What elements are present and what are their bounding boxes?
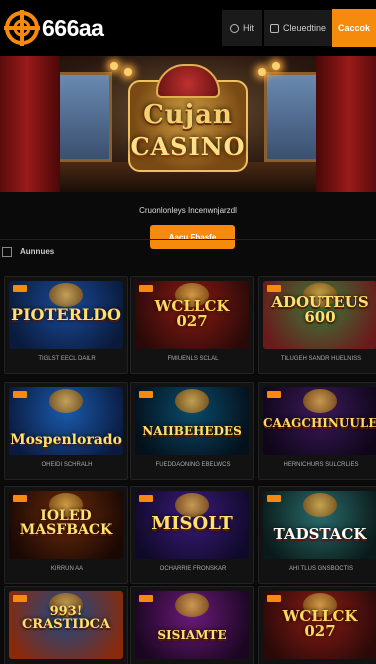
game-thumbnail-title: Mospenlorado [10,432,122,448]
join-button[interactable]: Caccok [332,9,376,47]
register-icon [269,23,279,33]
game-badge [139,391,153,398]
game-thumbnail[interactable]: WCLLCK 027 [263,591,376,659]
logo-target-icon [4,10,40,46]
game-thumbnail[interactable]: NAIIBEHEDES [135,387,249,455]
game-card[interactable]: TADSTACK Ahi Tlus Gnsboctis [258,486,376,584]
game-emblem-icon [49,389,83,413]
top-header: 666aa Hit Cleuedtine Caccok [0,0,376,56]
hero-curtain-right [316,56,376,192]
hero-title-line2: CASINO [130,132,246,161]
register-label: Cleuedtine [282,23,327,33]
game-emblem-icon [175,389,209,413]
game-thumbnail[interactable]: SISIAMTE [135,591,249,659]
game-badge [13,495,27,502]
site-logo[interactable]: 666aa [0,0,220,56]
user-icon [230,23,239,33]
game-badge [139,495,153,502]
game-name: Oheidi Schralh [41,462,93,468]
game-card[interactable]: NAIIBEHEDES Fueddaoning Ebelwcs [130,382,254,480]
hero-window-right [264,72,324,162]
game-name: Ahi Tlus Gnsboctis [289,566,353,572]
game-name: Fmiuenls Sclal [167,356,219,362]
register-button[interactable]: Cleuedtine [264,10,332,46]
game-name: Ocharrie Fronskar [159,566,227,572]
game-thumbnail-title: NAIIBEHEDES [142,424,242,438]
brand-name: 666aa [42,14,104,41]
game-badge [13,285,27,292]
game-emblem-icon [303,389,337,413]
game-card[interactable]: IOLED MASFBACK Kirrun Aa [4,486,128,584]
game-thumbnail[interactable]: Mospenlorado [9,387,123,455]
game-emblem-icon [49,283,83,307]
game-name: Tilugeh Sandr Huelniss [280,356,362,362]
game-thumbnail[interactable]: CAAGCHINUULE [263,387,376,455]
lamp-icon [110,62,118,70]
game-badge [139,595,153,602]
game-name: Tiglst Eecl Dailr [38,356,96,362]
lamp-icon [272,62,280,70]
hero-curtain-left [0,56,60,192]
game-badge [267,495,281,502]
game-card[interactable]: MISOLT Ocharrie Fronskar [130,486,254,584]
game-thumbnail[interactable]: 993! CRASTIDCA [9,591,123,659]
game-thumbnail[interactable]: ADOUTEUS 600 [263,281,376,349]
game-thumbnail[interactable]: WCLLCK 027 [135,281,249,349]
game-card[interactable]: WCLLCK 027Cuiis Hlsulnenmni [258,586,376,664]
lamp-icon [124,68,132,76]
game-card[interactable]: SISIAMTEOenhurnicsd Mlon [130,586,254,664]
game-card[interactable]: CAAGCHINUULE Hernichurs Sulcrlies [258,382,376,480]
section-header: Aunnues [0,239,376,263]
game-thumbnail-title: WCLLCK 027 [282,607,358,640]
game-card[interactable]: 993! CRASTIDCAOoarrnuntahh Illrsneas [4,586,128,664]
game-thumbnail[interactable]: IOLED MASFBACK [9,491,123,559]
game-emblem-icon [175,593,209,617]
game-thumbnail[interactable]: PIOTERLDO [9,281,123,349]
game-thumbnail-title: PIOTERLDO [11,305,121,324]
game-badge [13,595,27,602]
game-name: Hernichurs Sulcrlies [283,462,359,468]
game-thumbnail-title: WCLLCK 027 [154,297,230,330]
hero-banner[interactable]: Cujan CASINO [0,56,376,192]
game-badge [267,595,281,602]
grid-icon [2,246,12,257]
game-badge [267,285,281,292]
game-badge [267,391,281,398]
game-thumbnail-title: MISOLT [151,513,233,534]
join-label: Caccok [337,23,371,33]
game-thumbnail[interactable]: TADSTACK [263,491,376,559]
game-thumbnail-title: TADSTACK [273,525,367,543]
hero-window-left [52,72,112,162]
game-badge [139,285,153,292]
login-label: Hit [243,23,254,33]
lamp-icon [258,68,266,76]
hero-title-line1: Cujan [143,100,233,130]
game-card[interactable]: PIOTERLDO Tiglst Eecl Dailr [4,276,128,374]
game-card[interactable]: Mospenlorado Oheidi Schralh [4,382,128,480]
game-thumbnail-title: CAAGCHINUULE [263,416,376,430]
game-name: Kirrun Aa [50,566,84,572]
game-emblem-icon [303,493,337,517]
login-button[interactable]: Hit [222,10,262,46]
section-title: Aunnues [20,247,55,256]
hero-dome [156,64,220,98]
game-thumbnail-title: ADOUTEUS 600 [271,293,369,326]
game-thumbnail[interactable]: MISOLT [135,491,249,559]
game-thumbnail-title: IOLED MASFBACK [19,508,113,538]
game-badge [13,391,27,398]
promo-text: Cruonlonleys Incenwnjarzdl [139,206,237,215]
game-thumbnail-title: 993! CRASTIDCA [21,604,111,632]
game-name: Fueddaoning Ebelwcs [155,462,231,468]
game-card[interactable]: WCLLCK 027 Fmiuenls Sclal [130,276,254,374]
game-card[interactable]: ADOUTEUS 600 Tilugeh Sandr Huelniss [258,276,376,374]
game-thumbnail-title: SISIAMTE [157,628,227,642]
